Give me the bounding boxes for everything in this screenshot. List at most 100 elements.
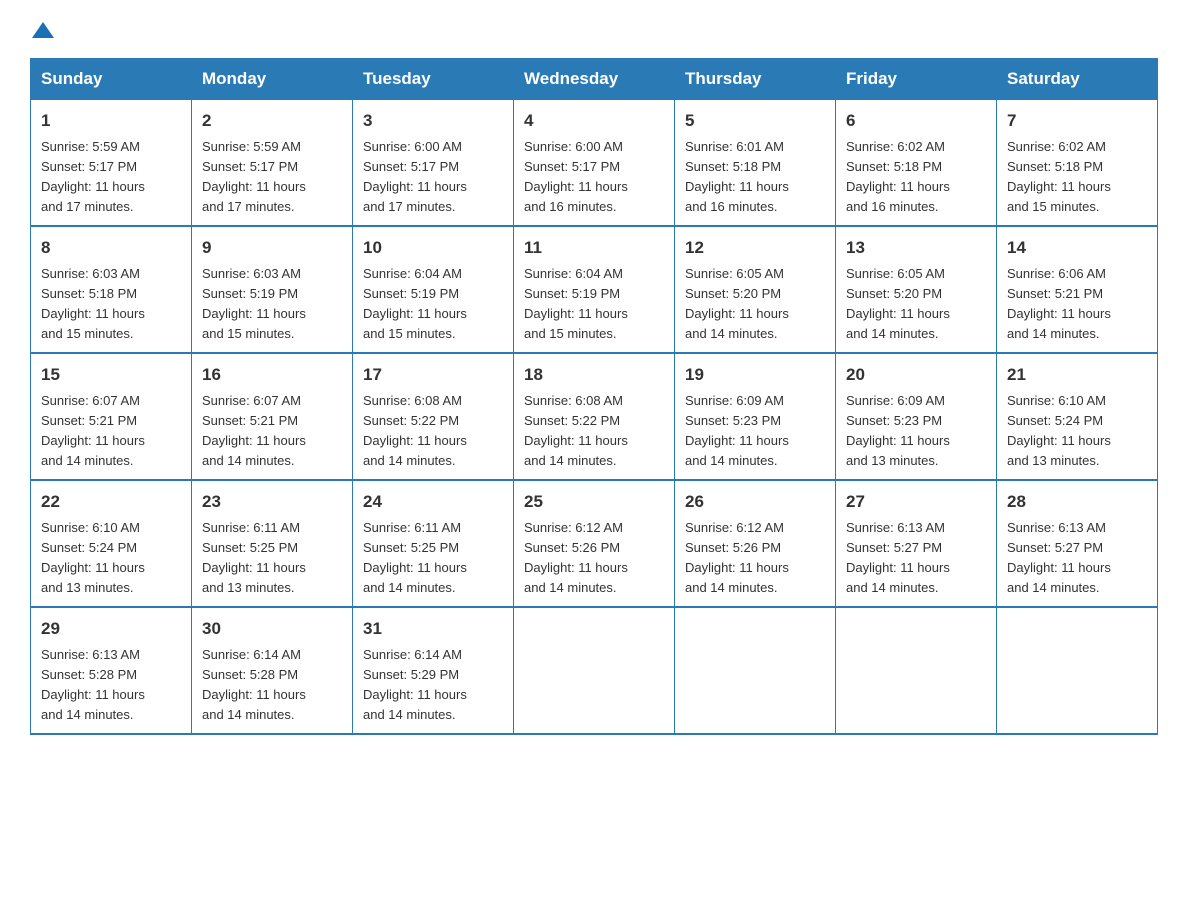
week-row-2: 8Sunrise: 6:03 AMSunset: 5:18 PMDaylight… [31,226,1158,353]
calendar-cell: 5 Sunrise: 6:01 AMSunset: 5:18 PMDaylight… [675,100,836,227]
calendar-cell: 20Sunrise: 6:09 AMSunset: 5:23 PMDayligh… [836,353,997,480]
day-number: 11 [524,235,664,261]
calendar-cell [514,607,675,734]
week-row-1: 1 Sunrise: 5:59 AMSunset: 5:17 PMDaylight… [31,100,1158,227]
day-info: Sunrise: 6:05 AMSunset: 5:20 PMDaylight:… [685,264,825,345]
header-day-sunday: Sunday [31,59,192,100]
calendar-cell: 11Sunrise: 6:04 AMSunset: 5:19 PMDayligh… [514,226,675,353]
day-info: Sunrise: 5:59 AMSunset: 5:17 PMDaylight:… [202,137,342,218]
day-info: Sunrise: 6:01 AMSunset: 5:18 PMDaylight:… [685,137,825,218]
day-info: Sunrise: 6:14 AMSunset: 5:28 PMDaylight:… [202,645,342,726]
day-info: Sunrise: 6:04 AMSunset: 5:19 PMDaylight:… [363,264,503,345]
day-number: 16 [202,362,342,388]
calendar-cell: 6 Sunrise: 6:02 AMSunset: 5:18 PMDaylight… [836,100,997,227]
day-number: 29 [41,616,181,642]
day-info: Sunrise: 6:00 AMSunset: 5:17 PMDaylight:… [524,137,664,218]
calendar-cell: 25 Sunrise: 6:12 AMSunset: 5:26 PMDayligh… [514,480,675,607]
day-number: 13 [846,235,986,261]
day-info: Sunrise: 6:11 AMSunset: 5:25 PMDaylight:… [363,518,503,599]
calendar-table: SundayMondayTuesdayWednesdayThursdayFrid… [30,58,1158,735]
calendar-cell: 18 Sunrise: 6:08 AMSunset: 5:22 PMDayligh… [514,353,675,480]
calendar-cell: 4 Sunrise: 6:00 AMSunset: 5:17 PMDaylight… [514,100,675,227]
calendar-cell: 22 Sunrise: 6:10 AMSunset: 5:24 PMDayligh… [31,480,192,607]
calendar-cell: 31Sunrise: 6:14 AMSunset: 5:29 PMDayligh… [353,607,514,734]
calendar-cell: 13 Sunrise: 6:05 AMSunset: 5:20 PMDayligh… [836,226,997,353]
calendar-cell: 2 Sunrise: 5:59 AMSunset: 5:17 PMDaylight… [192,100,353,227]
calendar-cell: 27 Sunrise: 6:13 AMSunset: 5:27 PMDayligh… [836,480,997,607]
day-number: 27 [846,489,986,515]
calendar-cell: 17 Sunrise: 6:08 AMSunset: 5:22 PMDayligh… [353,353,514,480]
header-day-saturday: Saturday [997,59,1158,100]
day-number: 10 [363,235,503,261]
calendar-cell: 7 Sunrise: 6:02 AMSunset: 5:18 PMDaylight… [997,100,1158,227]
day-info: Sunrise: 6:10 AMSunset: 5:24 PMDaylight:… [41,518,181,599]
day-info: Sunrise: 6:05 AMSunset: 5:20 PMDaylight:… [846,264,986,345]
day-number: 8 [41,235,181,261]
calendar-cell: 26Sunrise: 6:12 AMSunset: 5:26 PMDayligh… [675,480,836,607]
calendar-cell: 19Sunrise: 6:09 AMSunset: 5:23 PMDayligh… [675,353,836,480]
header-day-friday: Friday [836,59,997,100]
week-row-3: 15 Sunrise: 6:07 AMSunset: 5:21 PMDayligh… [31,353,1158,480]
day-info: Sunrise: 6:03 AMSunset: 5:19 PMDaylight:… [202,264,342,345]
day-number: 5 [685,108,825,134]
day-number: 1 [41,108,181,134]
day-number: 22 [41,489,181,515]
calendar-cell: 12 Sunrise: 6:05 AMSunset: 5:20 PMDayligh… [675,226,836,353]
day-number: 28 [1007,489,1147,515]
day-number: 23 [202,489,342,515]
calendar-cell: 8Sunrise: 6:03 AMSunset: 5:18 PMDaylight… [31,226,192,353]
day-number: 19 [685,362,825,388]
header-day-thursday: Thursday [675,59,836,100]
calendar-cell: 29Sunrise: 6:13 AMSunset: 5:28 PMDayligh… [31,607,192,734]
day-info: Sunrise: 6:08 AMSunset: 5:22 PMDaylight:… [363,391,503,472]
day-number: 25 [524,489,664,515]
days-header-row: SundayMondayTuesdayWednesdayThursdayFrid… [31,59,1158,100]
day-info: Sunrise: 6:02 AMSunset: 5:18 PMDaylight:… [846,137,986,218]
day-number: 17 [363,362,503,388]
calendar-cell: 23 Sunrise: 6:11 AMSunset: 5:25 PMDayligh… [192,480,353,607]
calendar-cell [997,607,1158,734]
day-info: Sunrise: 6:07 AMSunset: 5:21 PMDaylight:… [202,391,342,472]
day-number: 18 [524,362,664,388]
calendar-cell: 10 Sunrise: 6:04 AMSunset: 5:19 PMDayligh… [353,226,514,353]
day-info: Sunrise: 6:00 AMSunset: 5:17 PMDaylight:… [363,137,503,218]
calendar-cell: 14Sunrise: 6:06 AMSunset: 5:21 PMDayligh… [997,226,1158,353]
page-header [30,20,1158,38]
day-number: 31 [363,616,503,642]
calendar-cell: 15 Sunrise: 6:07 AMSunset: 5:21 PMDayligh… [31,353,192,480]
day-info: Sunrise: 6:07 AMSunset: 5:21 PMDaylight:… [41,391,181,472]
day-number: 30 [202,616,342,642]
day-number: 2 [202,108,342,134]
calendar-cell: 28 Sunrise: 6:13 AMSunset: 5:27 PMDayligh… [997,480,1158,607]
day-number: 4 [524,108,664,134]
day-number: 6 [846,108,986,134]
day-info: Sunrise: 6:02 AMSunset: 5:18 PMDaylight:… [1007,137,1147,218]
header-day-wednesday: Wednesday [514,59,675,100]
header-day-tuesday: Tuesday [353,59,514,100]
day-number: 15 [41,362,181,388]
day-info: Sunrise: 6:11 AMSunset: 5:25 PMDaylight:… [202,518,342,599]
day-info: Sunrise: 6:06 AMSunset: 5:21 PMDaylight:… [1007,264,1147,345]
calendar-cell: 1 Sunrise: 5:59 AMSunset: 5:17 PMDaylight… [31,100,192,227]
day-info: Sunrise: 6:08 AMSunset: 5:22 PMDaylight:… [524,391,664,472]
week-row-5: 29Sunrise: 6:13 AMSunset: 5:28 PMDayligh… [31,607,1158,734]
week-row-4: 22 Sunrise: 6:10 AMSunset: 5:24 PMDayligh… [31,480,1158,607]
day-number: 20 [846,362,986,388]
day-info: Sunrise: 6:12 AMSunset: 5:26 PMDaylight:… [685,518,825,599]
calendar-cell [675,607,836,734]
calendar-cell: 3Sunrise: 6:00 AMSunset: 5:17 PMDaylight… [353,100,514,227]
calendar-cell [836,607,997,734]
day-number: 12 [685,235,825,261]
day-info: Sunrise: 6:10 AMSunset: 5:24 PMDaylight:… [1007,391,1147,472]
day-number: 21 [1007,362,1147,388]
day-info: Sunrise: 5:59 AMSunset: 5:17 PMDaylight:… [41,137,181,218]
day-info: Sunrise: 6:13 AMSunset: 5:27 PMDaylight:… [1007,518,1147,599]
calendar-cell: 30 Sunrise: 6:14 AMSunset: 5:28 PMDayligh… [192,607,353,734]
day-info: Sunrise: 6:13 AMSunset: 5:27 PMDaylight:… [846,518,986,599]
day-number: 24 [363,489,503,515]
calendar-cell: 9Sunrise: 6:03 AMSunset: 5:19 PMDaylight… [192,226,353,353]
day-number: 7 [1007,108,1147,134]
logo-triangle-icon [32,20,54,40]
day-info: Sunrise: 6:12 AMSunset: 5:26 PMDaylight:… [524,518,664,599]
logo [30,20,54,38]
